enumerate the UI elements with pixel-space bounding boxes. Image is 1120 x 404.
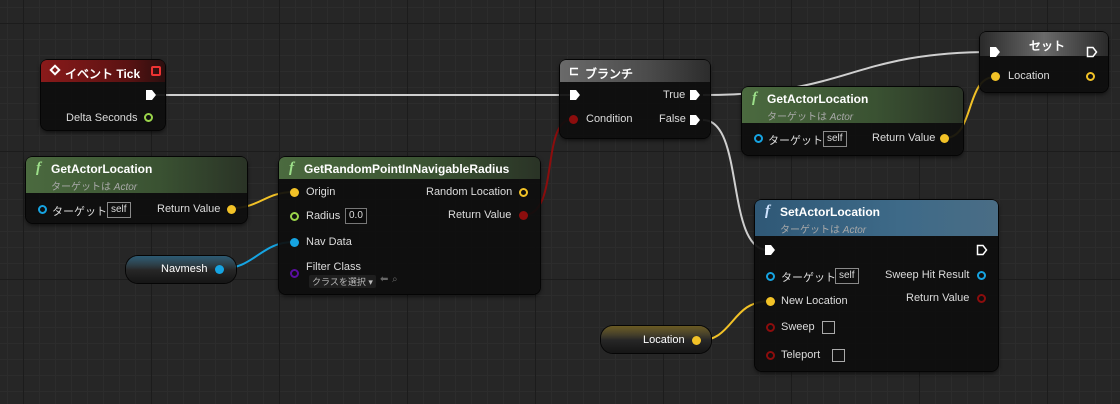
sweep-hit-result-pin[interactable]	[977, 271, 986, 280]
target-label: ターゲット	[52, 206, 107, 218]
get-actor-location-2-title: GetActorLocation	[767, 92, 869, 106]
set-title: セット	[1029, 39, 1066, 53]
exec-out-pin[interactable]	[1086, 46, 1098, 58]
get-actor-location-2-subtitle: ターゲットは Actor	[767, 112, 854, 123]
exec-in-pin[interactable]	[569, 89, 581, 101]
get-actor-location-1-title: GetActorLocation	[51, 162, 153, 176]
return-value-label: Return Value	[906, 292, 970, 304]
teleport-pin[interactable]	[766, 351, 775, 360]
get-actor-location-2-header: f GetActorLocation ターゲットは Actor	[742, 87, 963, 123]
target-pin[interactable]	[754, 134, 763, 143]
location-var-pin[interactable]	[692, 336, 701, 345]
branch-title: ブランチ	[585, 67, 634, 81]
true-label: True	[663, 89, 686, 101]
sweep-pin[interactable]	[766, 323, 775, 332]
exec-in-pin[interactable]	[989, 46, 1001, 58]
sweep-label: Sweep	[781, 321, 815, 333]
location-variable-node[interactable]: Location	[601, 326, 711, 353]
false-exec-pin[interactable]	[689, 114, 701, 126]
target-label: ターゲット	[781, 272, 836, 284]
false-label: False	[659, 113, 686, 125]
self-box: self	[835, 268, 859, 284]
get-random-point-title: GetRandomPointInNavigableRadius	[304, 162, 510, 176]
condition-pin[interactable]	[569, 115, 578, 124]
target-pin[interactable]	[38, 205, 47, 214]
nav-data-label: Nav Data	[306, 236, 352, 248]
navmesh-pin[interactable]	[215, 265, 224, 274]
return-value-label: Return Value	[157, 203, 221, 215]
location-out-pin[interactable]	[1086, 72, 1095, 81]
radius-pin[interactable]	[290, 212, 299, 221]
condition-label: Condition	[586, 113, 633, 125]
use-selected-arrow-icon[interactable]: ⬅	[380, 274, 388, 285]
delta-seconds-label: Delta Seconds	[66, 112, 138, 124]
event-tick-node[interactable]: イベント Tick Delta Seconds	[41, 60, 165, 130]
self-box: self	[107, 202, 131, 218]
target-label: ターゲット	[768, 135, 823, 147]
location-var-label: Location	[643, 334, 685, 346]
new-location-pin[interactable]	[766, 297, 775, 306]
chevron-down-icon: ▾	[368, 277, 373, 287]
filter-class-label: Filter Class	[306, 261, 362, 273]
return-value-label: Return Value	[872, 132, 936, 144]
origin-pin[interactable]	[290, 188, 299, 197]
set-actor-location-title: SetActorLocation	[780, 205, 881, 219]
event-delegate-pin-icon[interactable]	[151, 66, 161, 76]
exec-in-pin[interactable]	[764, 244, 776, 256]
target-pin[interactable]	[766, 272, 775, 281]
set-actor-location-node[interactable]: f SetActorLocation ターゲットは Actor ターゲット se…	[755, 200, 998, 371]
filter-class-pin[interactable]	[290, 269, 299, 278]
navmesh-variable-node[interactable]: Navmesh	[126, 256, 236, 283]
return-value-pin[interactable]	[227, 205, 236, 214]
origin-label: Origin	[306, 186, 336, 198]
event-tick-title: イベント Tick	[65, 67, 141, 81]
delta-seconds-pin[interactable]	[144, 113, 153, 122]
random-location-pin[interactable]	[519, 188, 528, 197]
teleport-checkbox[interactable]	[832, 349, 845, 362]
get-actor-location-1-subtitle: ターゲットは Actor	[51, 182, 138, 193]
self-box: self	[823, 131, 847, 147]
function-icon: f	[36, 160, 41, 176]
get-actor-location-node-1[interactable]: f GetActorLocation ターゲットは Actor ターゲット se…	[26, 157, 247, 223]
sweep-checkbox[interactable]	[822, 321, 835, 334]
sweep-hit-result-label: Sweep Hit Result	[885, 269, 970, 281]
set-actor-location-header: f SetActorLocation ターゲットは Actor	[755, 200, 998, 236]
filter-class-dropdown[interactable]: クラスを選択 ▾	[309, 275, 376, 288]
function-icon: f	[752, 90, 757, 106]
branch-icon: ⊏	[569, 64, 580, 78]
exec-out-pin[interactable]	[145, 89, 157, 101]
location-in-pin[interactable]	[991, 72, 1000, 81]
teleport-label: Teleport	[781, 349, 821, 361]
radius-label: Radius	[306, 210, 341, 222]
exec-out-pin[interactable]	[976, 244, 988, 256]
navmesh-label: Navmesh	[161, 263, 208, 275]
event-diamond-icon	[49, 64, 61, 76]
set-actor-location-subtitle: ターゲットは Actor	[780, 225, 867, 236]
browse-search-icon[interactable]: ⌕	[392, 274, 398, 285]
get-actor-location-node-2[interactable]: f GetActorLocation ターゲットは Actor ターゲット se…	[742, 87, 963, 155]
get-random-point-node[interactable]: f GetRandomPointInNavigableRadius Origin…	[279, 157, 540, 294]
function-icon: f	[765, 203, 770, 219]
branch-node[interactable]: ⊏ ブランチ Condition True False	[560, 60, 710, 138]
radius-input[interactable]: 0.0	[345, 208, 367, 224]
true-exec-pin[interactable]	[689, 89, 701, 101]
get-random-point-header: f GetRandomPointInNavigableRadius	[279, 157, 540, 179]
return-value-label: Return Value	[448, 209, 512, 221]
branch-header: ⊏ ブランチ	[560, 60, 710, 82]
function-icon: f	[289, 160, 294, 176]
event-tick-header: イベント Tick	[41, 60, 165, 82]
random-location-label: Random Location	[426, 186, 513, 198]
location-label: Location	[1008, 70, 1050, 82]
get-actor-location-1-header: f GetActorLocation ターゲットは Actor	[26, 157, 247, 193]
nav-data-pin[interactable]	[290, 238, 299, 247]
return-value-pin[interactable]	[977, 294, 986, 303]
set-location-node[interactable]: セット Location	[980, 32, 1108, 92]
new-location-label: New Location	[781, 295, 848, 307]
return-value-pin[interactable]	[519, 211, 528, 220]
return-value-pin[interactable]	[940, 134, 949, 143]
